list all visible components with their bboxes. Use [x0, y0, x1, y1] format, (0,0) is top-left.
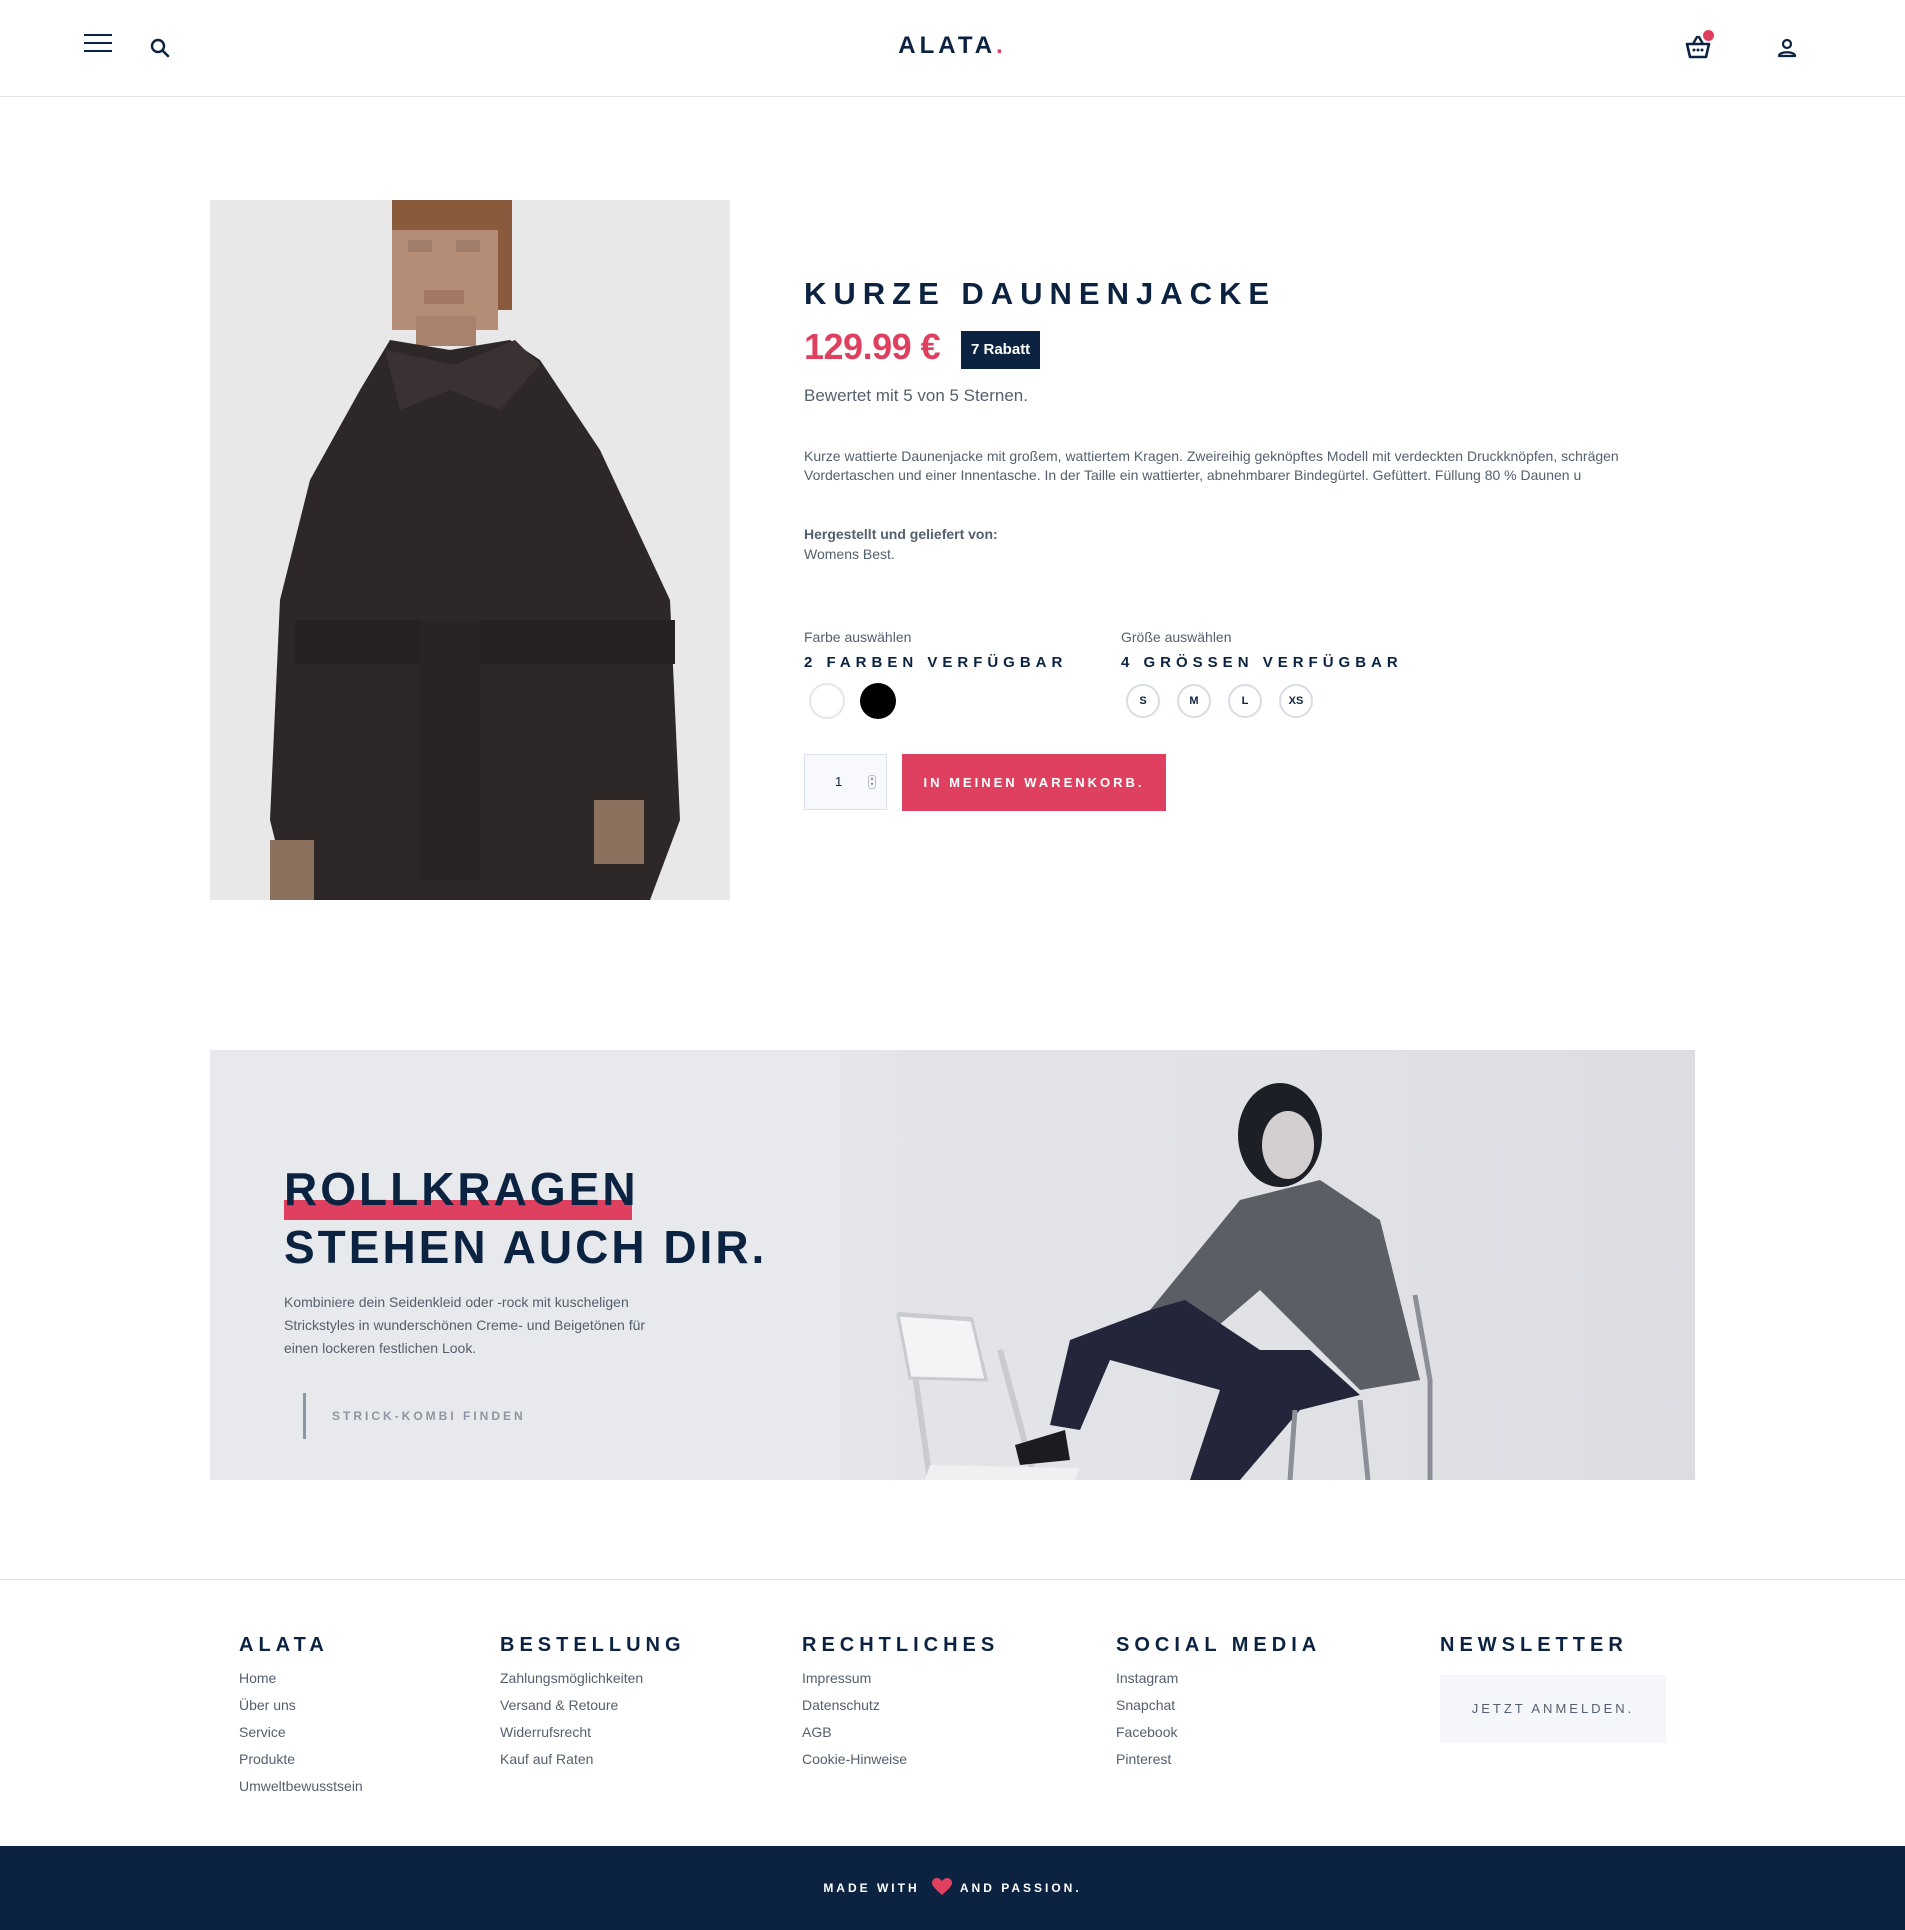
footer-heading: RECHTLICHES [802, 1634, 1000, 1656]
banner-text: Kombiniere dein Seidenkleid oder -rock m… [284, 1294, 646, 1356]
quantity-stepper[interactable]: 1 ▴ ▾ [804, 754, 887, 810]
discount-badge: 7 Rabatt [961, 331, 1041, 369]
newsletter-signup-button[interactable]: JETZT ANMELDEN. [1440, 1675, 1666, 1743]
stepper-arrows-icon[interactable]: ▴ ▾ [868, 775, 876, 789]
color-swatch-white[interactable] [809, 683, 845, 719]
banner-image [896, 1083, 1433, 1480]
footer-link-payment[interactable]: Zahlungsmöglichkeiten [500, 1665, 686, 1692]
footer-column-order: BESTELLUNG Zahlungsmöglichkeiten Versand… [500, 1634, 686, 1773]
footer-heading: BESTELLUNG [500, 1634, 686, 1656]
footer-heading: NEWSLETTER [1440, 1634, 1628, 1656]
product-rating: Bewertet mit 5 von 5 Sternen. [804, 386, 1028, 405]
footer-link-snapchat[interactable]: Snapchat [1116, 1692, 1321, 1719]
footer-column-newsletter: NEWSLETTER [1440, 1634, 1628, 1665]
product-image [210, 200, 730, 900]
quantity-value[interactable]: 1 [835, 774, 842, 789]
footer-link-facebook[interactable]: Facebook [1116, 1719, 1321, 1746]
footer-link-withdrawal[interactable]: Widerrufsrecht [500, 1719, 686, 1746]
footer-column-social: SOCIAL MEDIA Instagram Snapchat Facebook… [1116, 1634, 1321, 1773]
footer-link-imprint[interactable]: Impressum [802, 1665, 999, 1692]
banner-headline-line2: STEHEN AUCH DIR. [284, 1221, 768, 1273]
footer-link-home[interactable]: Home [239, 1665, 363, 1692]
size-option-xs[interactable]: XS [1279, 684, 1313, 718]
menu-icon[interactable] [84, 34, 112, 56]
footer-link-terms[interactable]: AGB [802, 1719, 999, 1746]
basket-notification-badge [1703, 30, 1714, 41]
search-icon[interactable] [148, 36, 172, 60]
maker-value: Womens Best. [804, 546, 895, 562]
color-count: 2 FARBEN VERFÜGBAR [804, 654, 1068, 671]
footer-column-alata: ALATA Home Über uns Service Produkte Umw… [239, 1634, 363, 1800]
and-passion-text: AND PASSION. [959, 1881, 1082, 1895]
footer-bottom-bar: MADE WITH AND PASSION. [0, 1846, 1905, 1930]
logo-dot: . [996, 32, 1007, 59]
logo-link[interactable]: ALATA. [898, 32, 1006, 59]
maker-label: Hergestellt und geliefert von: [804, 526, 998, 542]
banner-headline-line1: ROLLKRAGEN [284, 1163, 639, 1215]
banner-photo [840, 1050, 1695, 1480]
footer-column-legal: RECHTLICHES Impressum Datenschutz AGB Co… [802, 1634, 999, 1773]
footer-link-about[interactable]: Über uns [239, 1692, 363, 1719]
heart-icon [931, 1877, 952, 1895]
size-select-label: Größe auswählen [1121, 629, 1232, 645]
product-photo [210, 200, 730, 900]
footer-heading: SOCIAL MEDIA [1116, 1634, 1322, 1656]
footer-link-privacy[interactable]: Datenschutz [802, 1692, 999, 1719]
color-select-label: Farbe auswählen [804, 629, 912, 645]
footer-heading: ALATA [239, 1634, 329, 1656]
size-option-s[interactable]: S [1126, 684, 1160, 718]
size-count: 4 GRÖSSEN VERFÜGBAR [1121, 654, 1403, 671]
banner-cta-link[interactable]: STRICK-KOMBI FINDEN [303, 1393, 526, 1439]
footer-link-instagram[interactable]: Instagram [1116, 1665, 1321, 1692]
color-swatch-black[interactable] [860, 683, 896, 719]
site-header: ALATA. [0, 0, 1905, 97]
product-price: 129.99 € [804, 326, 941, 367]
footer-divider [0, 1579, 1905, 1580]
footer-link-service[interactable]: Service [239, 1719, 363, 1746]
product-title: KURZE DAUNENJACKE [804, 276, 1277, 311]
footer-link-installments[interactable]: Kauf auf Raten [500, 1746, 686, 1773]
footer-link-cookies[interactable]: Cookie-Hinweise [802, 1746, 999, 1773]
footer-link-pinterest[interactable]: Pinterest [1116, 1746, 1321, 1773]
made-with-text: MADE WITH [823, 1881, 920, 1895]
footer-link-products[interactable]: Produkte [239, 1746, 363, 1773]
site-logo: ALATA. [0, 32, 1905, 60]
footer-link-shipping[interactable]: Versand & Retoure [500, 1692, 686, 1719]
product-description: Kurze wattierte Daunenjacke mit großem, … [804, 448, 1619, 483]
footer-link-environment[interactable]: Umweltbewusstsein [239, 1773, 363, 1800]
add-to-cart-button[interactable]: IN MEINEN WARENKORB. [902, 754, 1166, 811]
size-option-l[interactable]: L [1228, 684, 1262, 718]
size-option-m[interactable]: M [1177, 684, 1211, 718]
user-icon[interactable] [1775, 36, 1799, 60]
